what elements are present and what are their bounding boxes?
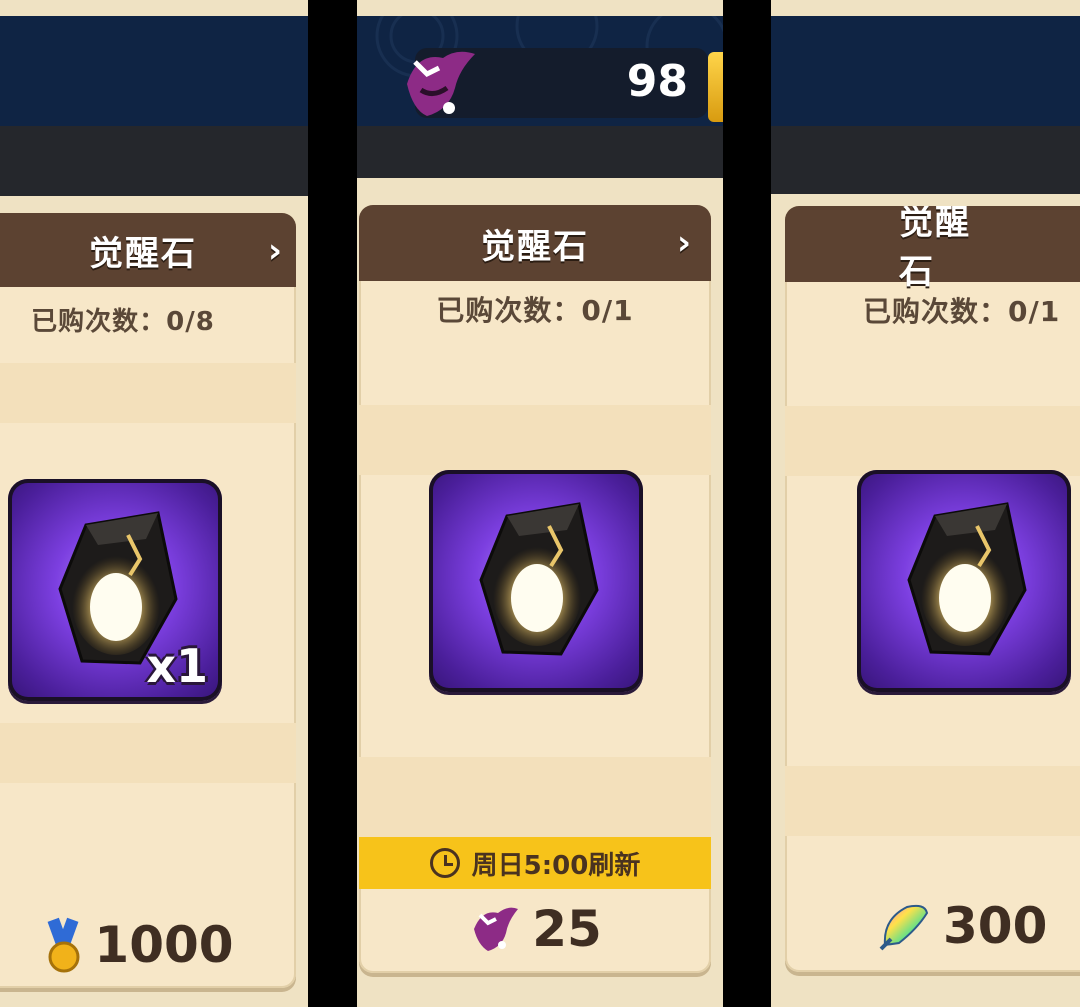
top-bar bbox=[0, 16, 308, 126]
dark-band bbox=[0, 126, 308, 196]
purchase-count: 已购次数：0/1 bbox=[863, 295, 1061, 328]
item-tile[interactable] bbox=[429, 470, 643, 692]
rainbow-fish-icon bbox=[879, 904, 929, 951]
item-quantity: x1 bbox=[146, 639, 208, 693]
price-value: 1000 bbox=[94, 916, 234, 974]
price[interactable]: 300 bbox=[785, 896, 1080, 956]
medal-icon bbox=[47, 917, 80, 973]
item-tile[interactable] bbox=[857, 470, 1071, 692]
currency-amount: 98 bbox=[626, 56, 688, 107]
card-header: 觉醒石 bbox=[359, 205, 711, 281]
refresh-text: 周日5:00刷新 bbox=[471, 850, 641, 881]
shop-item-card[interactable]: 觉醒石 › 已购次数：0/8 x1 1000 bbox=[0, 213, 296, 988]
shop-item-card[interactable]: 觉醒石 已购次数：0/1 300 bbox=[785, 206, 1080, 972]
price-value: 300 bbox=[943, 897, 1048, 955]
top-bar bbox=[771, 16, 1080, 126]
gold-currency-edge bbox=[708, 52, 723, 122]
awakening-stone-icon bbox=[479, 502, 599, 656]
shop-item-card[interactable]: 觉醒石 › 已购次数：0/1 周日5:00刷新 25 bbox=[359, 205, 711, 973]
purple-bat-emblem-icon bbox=[407, 51, 475, 116]
shop-panel-left: 觉醒石 › 已购次数：0/8 x1 1000 bbox=[0, 0, 308, 1007]
awakening-stone-icon bbox=[907, 502, 1027, 656]
shop-panel-right: 觉醒石 已购次数：0/1 300 bbox=[771, 0, 1080, 1007]
price-value: 25 bbox=[532, 900, 602, 958]
item-title: 觉醒石 bbox=[89, 233, 197, 274]
refresh-banner: 周日5:00刷新 bbox=[359, 837, 711, 889]
purple-bat-emblem-icon bbox=[474, 907, 519, 951]
price[interactable]: 25 bbox=[359, 899, 711, 959]
item-tile[interactable]: x1 bbox=[8, 479, 222, 701]
card-header: 觉醒石 bbox=[0, 213, 296, 287]
clock-icon bbox=[429, 848, 460, 878]
price[interactable]: 1000 bbox=[0, 915, 296, 975]
dark-band bbox=[357, 126, 723, 178]
item-title: 觉醒石 bbox=[481, 226, 589, 267]
purchase-count: 已购次数：0/8 bbox=[31, 307, 215, 337]
purchase-count: 已购次数：0/1 bbox=[436, 294, 634, 327]
card-header: 觉醒石 bbox=[785, 206, 1080, 292]
shop-panel-middle: 98 觉醒石 › 已购次数：0/1 周日5:00刷新 25 bbox=[357, 0, 723, 1007]
item-title: 觉醒石 bbox=[899, 206, 971, 292]
chevron-right-icon[interactable]: › bbox=[677, 223, 691, 263]
dark-band bbox=[771, 126, 1080, 194]
chevron-right-icon[interactable]: › bbox=[268, 231, 282, 271]
